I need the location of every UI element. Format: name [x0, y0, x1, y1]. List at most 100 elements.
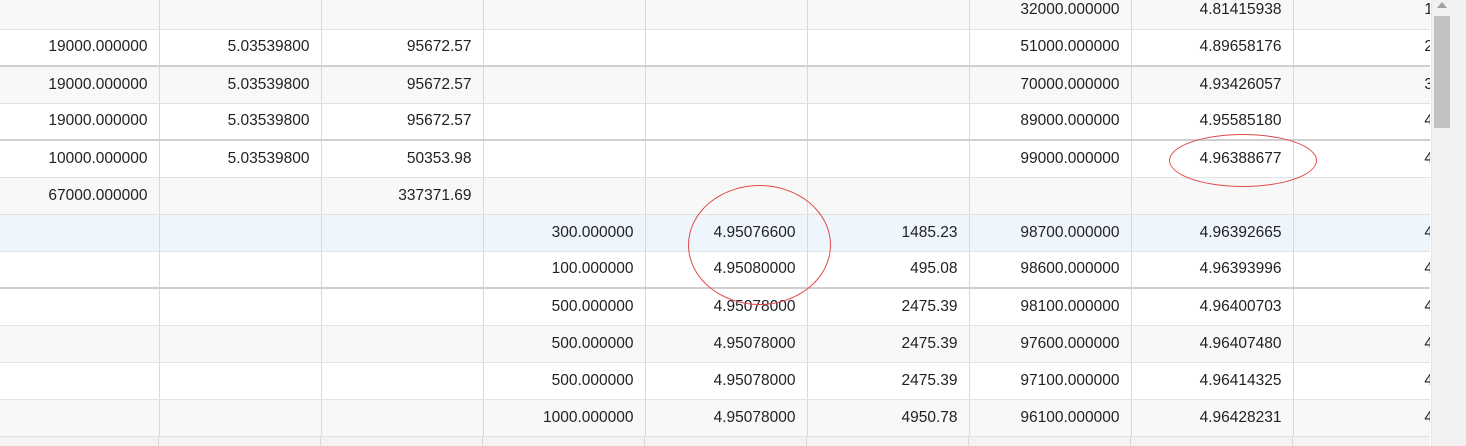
table-cell[interactable]: [483, 29, 646, 67]
table-cell[interactable]: 95672.57: [321, 29, 484, 67]
table-cell[interactable]: [321, 251, 484, 289]
table-cell[interactable]: 441070.8: [1293, 103, 1430, 141]
table-cell[interactable]: 4.95078000: [645, 362, 808, 400]
table-cell[interactable]: [645, 0, 808, 30]
table-cell[interactable]: [645, 140, 808, 178]
table-cell[interactable]: [0, 0, 160, 30]
table-cell[interactable]: 5.03539800: [159, 66, 322, 104]
table-cell[interactable]: 337371.69: [321, 177, 484, 215]
table-cell[interactable]: [807, 0, 970, 30]
table-cell[interactable]: 2475.39: [807, 325, 970, 363]
table-cell[interactable]: [807, 103, 970, 141]
table-cell[interactable]: 5.03539800: [159, 103, 322, 141]
table-cell[interactable]: 19000.000000: [0, 66, 160, 104]
table-cell[interactable]: [159, 362, 322, 400]
table-cell[interactable]: 345398.2: [1293, 66, 1430, 104]
table-cell[interactable]: 486969.0: [1293, 288, 1430, 326]
table-cell[interactable]: [807, 177, 970, 215]
table-cell[interactable]: [321, 214, 484, 252]
table-cell[interactable]: 477067.5: [1293, 399, 1430, 437]
table-cell[interactable]: 4.95585180: [1131, 103, 1294, 141]
table-cell[interactable]: 495.08: [807, 251, 970, 289]
table-cell[interactable]: [321, 399, 484, 437]
table-cell[interactable]: 489939.5: [1293, 214, 1430, 252]
table-cell[interactable]: 300.000000: [483, 214, 646, 252]
table-cell[interactable]: 4950.78: [807, 399, 970, 437]
table-cell[interactable]: 1485.23: [807, 214, 970, 252]
table-cell[interactable]: 51000.000000: [969, 29, 1132, 67]
table-cell[interactable]: 4.95078000: [645, 288, 808, 326]
table-cell[interactable]: [159, 214, 322, 252]
table-cell[interactable]: 50353.98: [321, 140, 484, 178]
table-cell[interactable]: 97100.000000: [969, 362, 1132, 400]
table-cell[interactable]: 4.96388677: [1131, 140, 1294, 178]
table-cell[interactable]: 19000.000000: [0, 29, 160, 67]
table-cell[interactable]: 10000.000000: [0, 140, 160, 178]
table-cell[interactable]: 500.000000: [483, 325, 646, 363]
table-cell[interactable]: [321, 325, 484, 363]
table-cell[interactable]: [0, 288, 160, 326]
table-cell[interactable]: [483, 66, 646, 104]
table-cell[interactable]: [483, 103, 646, 141]
table-cell[interactable]: 4.95078000: [645, 399, 808, 437]
table-cell[interactable]: 4.95078000: [645, 325, 808, 363]
table-cell[interactable]: 4.96407480: [1131, 325, 1294, 363]
table-cell[interactable]: 4.96414325: [1131, 362, 1294, 400]
table-cell[interactable]: 500.000000: [483, 362, 646, 400]
table-cell[interactable]: [483, 177, 646, 215]
table-cell[interactable]: 98100.000000: [969, 288, 1132, 326]
table-cell[interactable]: 5.03539800: [159, 29, 322, 67]
table-cell[interactable]: 4.89658176: [1131, 29, 1294, 67]
table-cell[interactable]: [159, 325, 322, 363]
table-cell[interactable]: 98600.000000: [969, 251, 1132, 289]
table-cell[interactable]: [645, 103, 808, 141]
table-cell[interactable]: 4.96400703: [1131, 288, 1294, 326]
table-cell[interactable]: [321, 0, 484, 30]
table-cell[interactable]: [0, 214, 160, 252]
table-cell[interactable]: 484493.7: [1293, 325, 1430, 363]
table-cell[interactable]: [645, 177, 808, 215]
table-cell[interactable]: 98700.000000: [969, 214, 1132, 252]
table-cell[interactable]: 4.96393996: [1131, 251, 1294, 289]
table-cell[interactable]: 4.96428231: [1131, 399, 1294, 437]
table-cell[interactable]: [321, 288, 484, 326]
scroll-up-arrow-icon[interactable]: [1437, 2, 1447, 8]
table-cell[interactable]: [807, 66, 970, 104]
table-cell[interactable]: [159, 251, 322, 289]
table-cell[interactable]: 4.81415938: [1131, 0, 1294, 30]
table-cell[interactable]: [645, 29, 808, 67]
table-cell[interactable]: 2475.39: [807, 362, 970, 400]
table-cell[interactable]: [807, 140, 970, 178]
table-cell[interactable]: [969, 177, 1132, 215]
table-cell[interactable]: 32000.000000: [969, 0, 1132, 30]
table-cell[interactable]: [0, 325, 160, 363]
table-cell[interactable]: 19000.000000: [0, 103, 160, 141]
table-cell[interactable]: 4.95076600: [645, 214, 808, 252]
table-cell[interactable]: [159, 177, 322, 215]
table-cell[interactable]: 491424.7: [1293, 140, 1430, 178]
table-cell[interactable]: 97600.000000: [969, 325, 1132, 363]
table-cell[interactable]: [1131, 177, 1294, 215]
table-cell[interactable]: 89000.000000: [969, 103, 1132, 141]
table-cell[interactable]: 95672.57: [321, 66, 484, 104]
table-cell[interactable]: 99000.000000: [969, 140, 1132, 178]
table-cell[interactable]: [321, 362, 484, 400]
table-cell[interactable]: [1293, 177, 1430, 215]
table-cell[interactable]: [645, 66, 808, 104]
table-cell[interactable]: 1000.000000: [483, 399, 646, 437]
table-cell[interactable]: [159, 0, 322, 30]
table-cell[interactable]: [159, 399, 322, 437]
table-cell[interactable]: [483, 140, 646, 178]
table-cell[interactable]: [0, 251, 160, 289]
table-cell[interactable]: [807, 29, 970, 67]
table-cell[interactable]: [159, 288, 322, 326]
table-cell[interactable]: 482018.3: [1293, 362, 1430, 400]
vertical-scrollbar[interactable]: [1431, 0, 1466, 446]
table-cell[interactable]: 2475.39: [807, 288, 970, 326]
table-cell[interactable]: [0, 362, 160, 400]
table-cell[interactable]: 70000.000000: [969, 66, 1132, 104]
table-cell[interactable]: 4.95080000: [645, 251, 808, 289]
table-cell[interactable]: [483, 0, 646, 30]
table-cell[interactable]: 67000.000000: [0, 177, 160, 215]
table-cell[interactable]: 5.03539800: [159, 140, 322, 178]
